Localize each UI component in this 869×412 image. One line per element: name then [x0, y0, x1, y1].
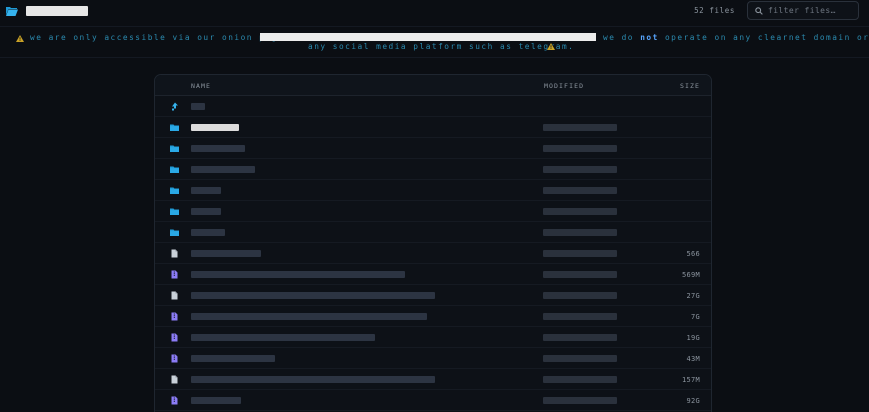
notice-emphasis: not: [640, 33, 659, 42]
file-icon: [171, 375, 178, 384]
archive-file-icon: [171, 333, 178, 342]
modified-date: ██████████: [543, 124, 617, 131]
onion-address[interactable]: ████████████████████████████████████████…: [260, 33, 596, 41]
file-name[interactable]: ████████████████: [191, 355, 275, 362]
table-row[interactable]: ███████████████: [155, 201, 711, 222]
file-size: 43M: [686, 355, 700, 363]
file-name[interactable]: ██████████████████████████████████: [191, 334, 375, 341]
column-header-modified[interactable]: MODIFIED: [544, 82, 584, 90]
archive-file-icon: [171, 270, 178, 279]
archive-file-icon: [171, 396, 178, 405]
notice-text-end: we do not operate on any clearnet domain…: [603, 33, 869, 42]
folder-icon: [170, 124, 179, 131]
archive-file-icon: [171, 354, 178, 363]
file-name[interactable]: ████████████: [191, 166, 255, 173]
file-size: 566: [686, 250, 700, 258]
file-name[interactable]: ██████: [191, 229, 225, 236]
table-row[interactable]: ████████████████████████████████████████…: [155, 369, 711, 390]
file-name[interactable]: ████████████████████████████████████████…: [191, 292, 435, 299]
table-row[interactable]: ████████████████: [155, 222, 711, 243]
modified-date: ██████████: [543, 145, 617, 152]
file-name[interactable]: █████████████: [191, 250, 261, 257]
table-row[interactable]: ██████████████████████████43M: [155, 348, 711, 369]
file-count: 52 files: [694, 6, 735, 15]
file-name[interactable]: ███████████: [191, 145, 245, 152]
filter-input[interactable]: [768, 6, 856, 15]
file-size: 92G: [686, 397, 700, 405]
folder-icon: [170, 187, 179, 194]
file-size: 569M: [681, 271, 700, 279]
notice-text-start: we are only accessible via our onion pag…: [30, 33, 284, 42]
modified-date: ██████████: [543, 397, 617, 404]
file-name[interactable]: ██████████████████████████████████████: [191, 271, 405, 278]
file-name[interactable]: █████: [191, 208, 221, 215]
table-row[interactable]: ███████████████: [155, 180, 711, 201]
file-name[interactable]: ..: [191, 103, 205, 110]
search-icon: [755, 6, 763, 15]
archive-file-icon: [171, 312, 178, 321]
table-row[interactable]: ████████████████████████████████████████…: [155, 264, 711, 285]
modified-date: ██████████: [543, 250, 617, 257]
file-size: 157M: [681, 376, 700, 384]
file-icon: [171, 249, 178, 258]
file-icon: [171, 291, 178, 300]
notice-text-line2: any social media platform such as telegr…: [308, 42, 575, 51]
modified-date: ██████████: [543, 334, 617, 341]
listing-header: NAME MODIFIED SIZE: [155, 75, 711, 96]
folder-icon: [170, 166, 179, 173]
filter-box: [747, 1, 859, 20]
table-row[interactable]: ██████████████████████: [155, 159, 711, 180]
file-size: 27G: [686, 292, 700, 300]
file-name[interactable]: ███████: [191, 124, 239, 131]
parent-directory-icon: [172, 102, 178, 111]
file-name[interactable]: ████████████████████████████████████████…: [191, 313, 427, 320]
modified-date: ██████████: [543, 208, 617, 215]
parent-directory-row[interactable]: ..: [155, 96, 711, 117]
warning-icon: [547, 43, 555, 50]
modified-date: ██████████: [543, 355, 617, 362]
file-size: 19G: [686, 334, 700, 342]
warning-icon: [16, 35, 24, 42]
modified-date: ██████████: [543, 376, 617, 383]
file-name[interactable]: █████████: [191, 397, 241, 404]
modified-date: ██████████: [543, 292, 617, 299]
column-header-name[interactable]: NAME: [191, 82, 211, 90]
modified-date: ██████████: [543, 166, 617, 173]
table-row[interactable]: ████████████████████████████████████████…: [155, 306, 711, 327]
site-title: ██████████: [26, 6, 88, 16]
file-listing: NAME MODIFIED SIZE ..███████████████████…: [154, 74, 712, 412]
folder-open-icon: [6, 7, 18, 16]
file-name[interactable]: █████: [191, 187, 221, 194]
folder-icon: [170, 229, 179, 236]
folder-icon: [170, 145, 179, 152]
table-row[interactable]: █████████████████████: [155, 138, 711, 159]
table-row[interactable]: ████████████████████████████████████████…: [155, 327, 711, 348]
table-row[interactable]: ███████████████████92G: [155, 390, 711, 411]
modified-date: ██████████: [543, 229, 617, 236]
modified-date: ██████████: [543, 313, 617, 320]
file-size: 7G: [690, 313, 700, 321]
table-row[interactable]: ████████████████████████████████████████…: [155, 285, 711, 306]
top-bar: ██████████ 52 files: [0, 0, 869, 24]
column-header-size[interactable]: SIZE: [680, 82, 700, 90]
file-name[interactable]: ████████████████████████████████████████…: [191, 376, 435, 383]
table-row[interactable]: ███████████████████████566: [155, 243, 711, 264]
modified-date: ██████████: [543, 271, 617, 278]
modified-date: ██████████: [543, 187, 617, 194]
table-row[interactable]: █████████████████: [155, 117, 711, 138]
folder-icon: [170, 208, 179, 215]
